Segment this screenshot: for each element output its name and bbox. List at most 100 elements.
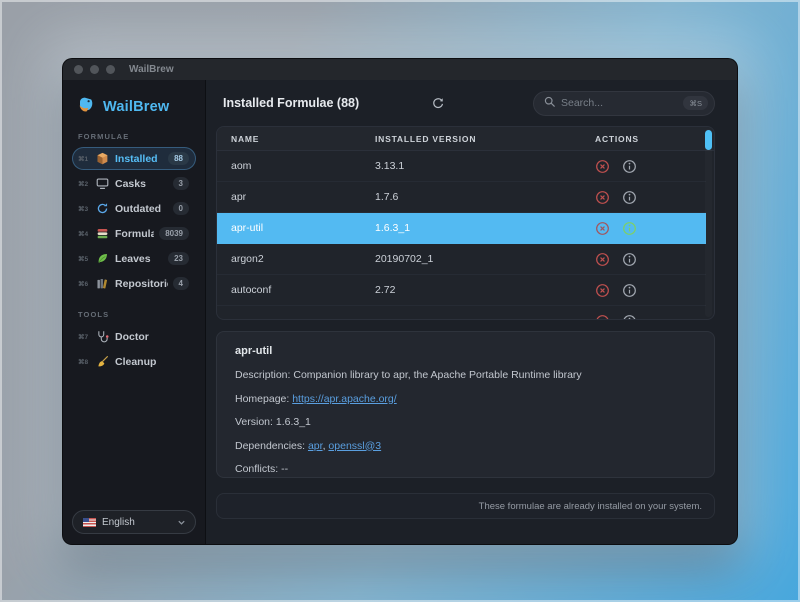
count-badge: 4	[173, 277, 189, 290]
sidebar-item-installed[interactable]: ⌘1 Installed 88	[72, 147, 196, 170]
sidebar-item-doctor[interactable]: ⌘7 Doctor	[72, 325, 196, 348]
formula-name: aom	[231, 160, 375, 172]
count-badge: 3	[173, 177, 189, 190]
update-icon	[96, 202, 110, 216]
info-button[interactable]	[622, 314, 637, 321]
titlebar: WailBrew	[63, 59, 737, 80]
minimize-window-button[interactable]	[90, 65, 99, 74]
table-scrollbar	[705, 129, 712, 317]
dependency-link[interactable]: apr	[308, 440, 323, 452]
table-header-row: NAME INSTALLED VERSION ACTIONS	[217, 127, 714, 151]
sidebar-item-casks[interactable]: ⌘2 Casks 3	[72, 172, 196, 195]
column-header-actions: ACTIONS	[595, 134, 700, 144]
search-input[interactable]	[561, 97, 677, 109]
refresh-button[interactable]	[426, 91, 450, 115]
formula-version: 1.7.6	[375, 191, 595, 203]
detail-conflicts: Conflicts: --	[235, 463, 696, 475]
info-button[interactable]	[622, 159, 637, 174]
info-button[interactable]	[622, 221, 637, 236]
language-selector[interactable]: English	[72, 510, 196, 534]
formula-name: apr-util	[231, 222, 375, 234]
close-window-button[interactable]	[74, 65, 83, 74]
main-panel: Installed Formulae (88) ⌘S NAME INSTALLE…	[206, 80, 737, 544]
us-flag-icon	[83, 518, 96, 527]
count-badge: 88	[168, 152, 189, 165]
sidebar-item-leaves[interactable]: ⌘5 Leaves 23	[72, 247, 196, 270]
count-badge: 8039	[159, 227, 189, 240]
table-row-partial[interactable]	[217, 306, 706, 320]
shortcut-hint: ⌘8	[78, 358, 91, 366]
uninstall-button[interactable]	[595, 314, 610, 321]
stethoscope-icon	[96, 330, 110, 344]
sidebar-item-repositories[interactable]: ⌘6 Repositories 4	[72, 272, 196, 295]
section-label-formulae: FORMULAE	[78, 132, 196, 141]
package-icon	[96, 152, 110, 166]
table-row-selected[interactable]: apr-util 1.6.3_1	[217, 213, 706, 244]
app-window: WailBrew WailBrew FORMULAE ⌘1 Installed …	[62, 58, 738, 545]
window-title: WailBrew	[129, 64, 174, 75]
status-footer: These formulae are already installed on …	[216, 493, 715, 519]
info-button[interactable]	[622, 252, 637, 267]
count-badge: 0	[173, 202, 189, 215]
detail-title: apr-util	[235, 345, 696, 357]
chevron-down-icon	[177, 518, 186, 527]
search-shortcut-badge: ⌘S	[683, 96, 708, 110]
column-header-name: NAME	[231, 134, 375, 144]
formula-version: 20190702_1	[375, 253, 595, 265]
sidebar-item-formulae[interactable]: ⌘4 Formulae 8039	[72, 222, 196, 245]
sidebar-item-label: Formulae	[115, 228, 154, 240]
sidebar-item-label: Cleanup	[115, 356, 189, 368]
uninstall-button[interactable]	[595, 190, 610, 205]
uninstall-button[interactable]	[595, 159, 610, 174]
leaf-icon	[96, 252, 110, 266]
page-title: Installed Formulae (88)	[223, 96, 359, 110]
app-logo-row: WailBrew	[72, 92, 196, 119]
sidebar-item-outdated[interactable]: ⌘3 Outdated 0	[72, 197, 196, 220]
broom-icon	[96, 355, 110, 369]
count-badge: 23	[168, 252, 189, 265]
formula-version: 1.6.3_1	[375, 222, 595, 234]
dependency-link[interactable]: openssl@3	[328, 440, 381, 452]
footer-note: These formulae are already installed on …	[479, 501, 702, 512]
sidebar-item-label: Casks	[115, 178, 168, 190]
main-header: Installed Formulae (88) ⌘S	[206, 80, 737, 126]
info-button[interactable]	[622, 283, 637, 298]
table-row[interactable]: autoconf 2.72	[217, 275, 706, 306]
shortcut-hint: ⌘5	[78, 255, 91, 263]
detail-dependencies: Dependencies: apr, openssl@3	[235, 440, 696, 452]
table-row[interactable]: argon2 20190702_1	[217, 244, 706, 275]
homepage-link[interactable]: https://apr.apache.org/	[292, 393, 397, 405]
sidebar-item-cleanup[interactable]: ⌘8 Cleanup	[72, 350, 196, 373]
sidebar-item-label: Doctor	[115, 331, 189, 343]
wailbrew-logo-icon	[76, 94, 96, 119]
shortcut-hint: ⌘6	[78, 280, 91, 288]
shortcut-hint: ⌘7	[78, 333, 91, 341]
uninstall-button[interactable]	[595, 221, 610, 236]
uninstall-button[interactable]	[595, 252, 610, 267]
table-row[interactable]: apr 1.7.6	[217, 182, 706, 213]
formula-name: apr	[231, 191, 375, 203]
app-name: WailBrew	[103, 99, 169, 115]
search-box[interactable]: ⌘S	[533, 91, 715, 116]
table-row[interactable]: aom 3.13.1	[217, 151, 706, 182]
sidebar-item-label: Repositories	[115, 278, 168, 290]
display-icon	[96, 177, 110, 191]
stack-icon	[96, 227, 110, 241]
uninstall-button[interactable]	[595, 283, 610, 298]
refresh-icon	[431, 96, 445, 110]
zoom-window-button[interactable]	[106, 65, 115, 74]
formula-name: autoconf	[231, 284, 375, 296]
formula-version: 2.72	[375, 284, 595, 296]
books-icon	[96, 277, 110, 291]
sidebar-item-label: Installed	[115, 153, 163, 165]
detail-description: Description: Companion library to apr, t…	[235, 369, 696, 381]
scrollbar-thumb[interactable]	[705, 130, 712, 150]
sidebar: WailBrew FORMULAE ⌘1 Installed 88 ⌘2 Cas…	[63, 80, 206, 544]
column-header-version: INSTALLED VERSION	[375, 134, 595, 144]
search-icon	[544, 94, 555, 112]
info-button[interactable]	[622, 190, 637, 205]
sidebar-item-label: Leaves	[115, 253, 163, 265]
shortcut-hint: ⌘2	[78, 180, 91, 188]
formulae-table: NAME INSTALLED VERSION ACTIONS aom 3.13.…	[216, 126, 715, 320]
sidebar-item-label: Outdated	[115, 203, 168, 215]
